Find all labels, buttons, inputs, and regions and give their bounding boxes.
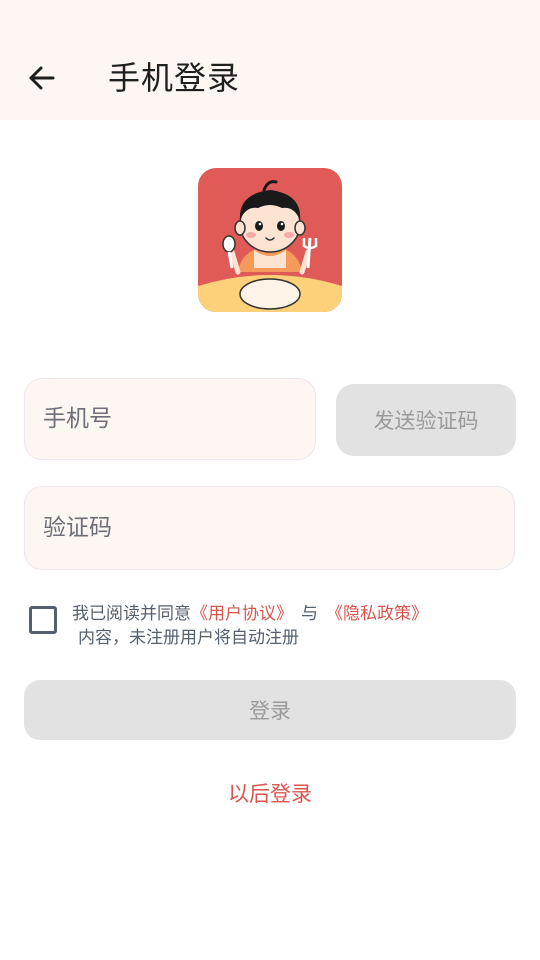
login-label: 登录 <box>249 699 291 723</box>
agreement-prefix: 我已阅读并同意 <box>72 604 191 624</box>
app-logo-icon <box>198 168 342 312</box>
verification-code-field[interactable] <box>24 486 515 570</box>
app-logo <box>198 168 342 312</box>
privacy-policy-link[interactable]: 《隐私政策》 <box>326 604 428 624</box>
send-code-button[interactable]: 发送验证码 <box>336 384 516 456</box>
login-button[interactable]: 登录 <box>24 680 516 740</box>
agreement-text: 我已阅读并同意《用户协议》与《隐私政策》 内容，未注册用户将自动注册 <box>72 602 492 650</box>
send-code-label: 发送验证码 <box>373 409 479 433</box>
user-agreement-link[interactable]: 《用户协议》 <box>191 604 293 624</box>
phone-field[interactable] <box>24 378 316 460</box>
back-button[interactable] <box>22 58 62 98</box>
login-later-link[interactable]: 以后登录 <box>0 778 540 810</box>
app-header: 手机登录 <box>0 0 540 120</box>
verification-code-input[interactable] <box>43 487 514 569</box>
phone-input[interactable] <box>43 379 315 459</box>
page-title: 手机登录 <box>108 59 241 97</box>
agreement-suffix: 内容，未注册用户将自动注册 <box>78 628 299 648</box>
agreement-checkbox[interactable] <box>29 606 57 634</box>
login-screen: 手机登录 手机号 发送验证码 验证码 我已阅读并同意《用户协议》 与 《隐私政策… <box>0 0 540 960</box>
arrow-left-icon <box>29 66 55 90</box>
agreement-connector: 与 <box>301 604 318 624</box>
